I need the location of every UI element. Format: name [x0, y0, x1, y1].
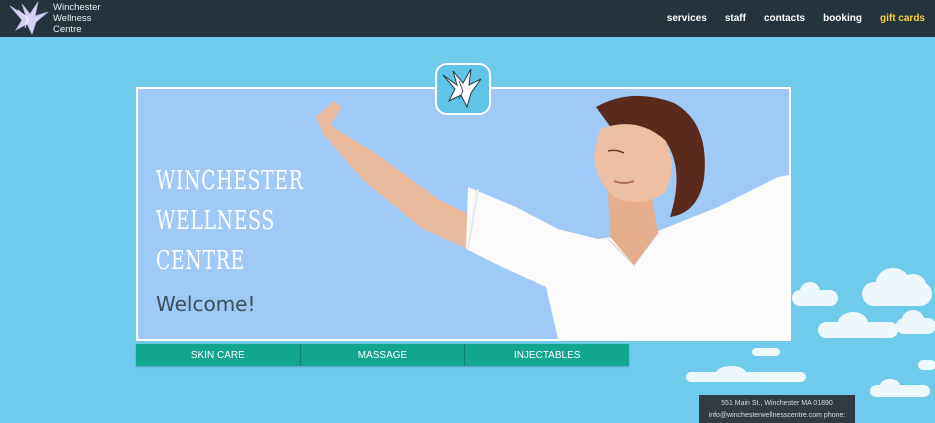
- cloud: [792, 282, 838, 306]
- cloud: [686, 366, 806, 382]
- nav-staff[interactable]: staff: [725, 13, 746, 24]
- brand-line: Centre: [53, 24, 82, 35]
- contact-footer: 551 Main St., Winchester MA 01890 info@w…: [699, 395, 855, 423]
- bird-badge-icon: [442, 68, 482, 109]
- nav-services[interactable]: services: [667, 13, 707, 24]
- nav-booking[interactable]: booking: [823, 13, 862, 24]
- nav-contacts[interactable]: contacts: [764, 13, 805, 24]
- skin-care-button[interactable]: SKIN CARE: [136, 344, 301, 366]
- main-nav: services staff contacts booking gift car…: [649, 0, 925, 37]
- bird-badge: [435, 63, 491, 115]
- hero-title-line: Wellness: [156, 206, 275, 236]
- cloud: [862, 268, 932, 306]
- injectables-button[interactable]: INJECTABLES: [465, 344, 630, 366]
- welcome-text: Welcome!: [156, 292, 256, 316]
- service-buttons: SKIN CARE MASSAGE INJECTABLES: [136, 344, 630, 366]
- cloud: [918, 360, 935, 370]
- cloud: [870, 379, 930, 397]
- bird-logo-icon[interactable]: [8, 0, 52, 37]
- top-navigation-bar: Winchester Wellness Centre services staf…: [0, 0, 935, 37]
- cloud: [752, 348, 780, 356]
- cloud: [896, 310, 935, 334]
- massage-button[interactable]: MASSAGE: [300, 344, 466, 366]
- brand-name[interactable]: Winchester Wellness Centre: [53, 2, 101, 35]
- footer-address: 551 Main St., Winchester MA 01890: [721, 400, 833, 407]
- hero-title-line: Centre: [156, 246, 245, 276]
- hero-title: Winchester Wellness Centre: [156, 161, 304, 281]
- nav-gift-cards[interactable]: gift cards: [880, 13, 925, 24]
- footer-contact[interactable]: info@winchesterwellnesscentre.com phone:: [699, 410, 855, 422]
- brand-line: Wellness: [53, 13, 92, 24]
- hero-title-line: Winchester: [156, 166, 304, 196]
- cloud: [818, 312, 898, 338]
- hero-banner: Winchester Wellness Centre Welcome!: [136, 87, 791, 341]
- brand-line: Winchester: [53, 2, 101, 13]
